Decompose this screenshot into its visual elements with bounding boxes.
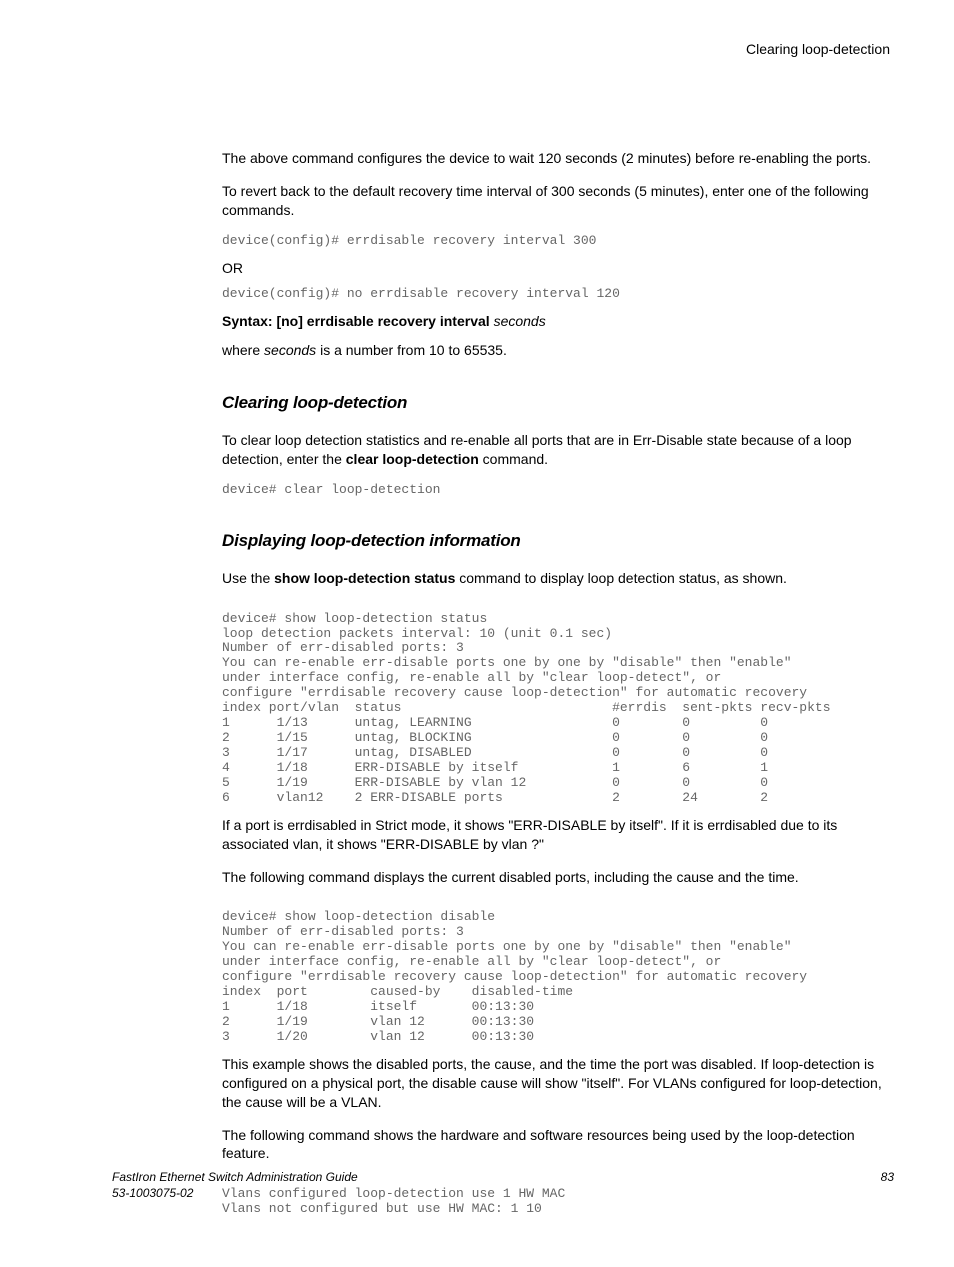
errdisable-mode-note: If a port is errdisabled in Strict mode,… [222, 816, 894, 854]
where-clause: where seconds is a number from 10 to 655… [222, 341, 894, 360]
code-no-errdisable-120: device(config)# no errdisable recovery i… [222, 287, 894, 302]
display-p1b: command to display loop detection status… [455, 570, 787, 586]
intro-paragraph-2: To revert back to the default recovery t… [222, 182, 894, 220]
page-footer: FastIron Ethernet Switch Administration … [112, 1169, 894, 1201]
footer-page-number: 83 [881, 1169, 894, 1185]
display-command: show loop-detection status [274, 570, 455, 586]
clearing-command: clear loop-detection [346, 451, 479, 467]
hw-sw-resources-intro: The following command shows the hardware… [222, 1126, 894, 1164]
disabled-ports-intro: The following command displays the curre… [222, 868, 894, 887]
code-show-disable: device# show loop-detection disable Numb… [222, 910, 894, 1044]
code-show-status: device# show loop-detection status loop … [222, 612, 894, 806]
section-clearing-title: Clearing loop-detection [222, 392, 894, 415]
display-intro-paragraph: Use the show loop-detection status comma… [222, 569, 894, 588]
clearing-paragraph: To clear loop detection statistics and r… [222, 431, 894, 469]
section-display-title: Displaying loop-detection information [222, 530, 894, 553]
syntax-definition: Syntax: [no] errdisable recovery interva… [222, 312, 894, 331]
syntax-prefix: Syntax: [no] errdisable recovery interva… [222, 313, 494, 329]
where-suffix: is a number from 10 to 65535. [316, 342, 507, 358]
code-clear-loop-detection: device# clear loop-detection [222, 483, 894, 498]
intro-paragraph-1: The above command configures the device … [222, 149, 894, 168]
footer-docnum: 53-1003075-02 [112, 1185, 358, 1201]
code-errdisable-300: device(config)# errdisable recovery inte… [222, 234, 894, 249]
where-arg: seconds [264, 342, 316, 358]
footer-title: FastIron Ethernet Switch Administration … [112, 1169, 358, 1185]
clearing-p1b: command. [479, 451, 548, 467]
page-header-topic: Clearing loop-detection [222, 40, 894, 59]
where-prefix: where [222, 342, 264, 358]
syntax-arg: seconds [494, 313, 546, 329]
display-p1a: Use the [222, 570, 274, 586]
or-separator: OR [222, 259, 894, 278]
example-explanation: This example shows the disabled ports, t… [222, 1055, 894, 1112]
footer-left: FastIron Ethernet Switch Administration … [112, 1169, 358, 1201]
